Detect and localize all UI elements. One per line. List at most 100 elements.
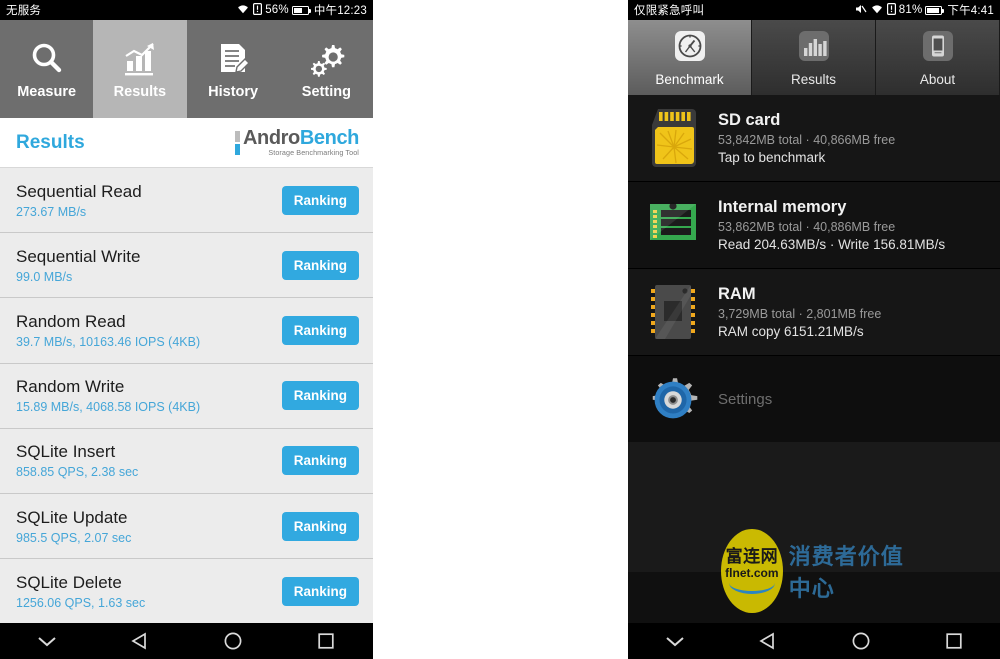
card-title: RAM [718, 285, 756, 303]
chevron-down-icon[interactable] [22, 623, 72, 659]
table-row[interactable]: SQLite Update 985.5 QPS, 2.07 sec Ranking [0, 494, 373, 560]
card-detail: RAM copy 6151.21MB/s [718, 324, 864, 339]
table-row[interactable]: Sequential Read 273.67 MB/s Ranking [0, 168, 373, 234]
ranking-button[interactable]: Ranking [281, 381, 359, 411]
table-row[interactable]: SQLite Insert 858.85 QPS, 2.38 sec Ranking [0, 429, 373, 494]
result-value: 99.0 MB/s [16, 269, 73, 284]
wifi-icon [870, 3, 884, 17]
sim-card-icon [886, 2, 896, 18]
ranking-button[interactable]: Ranking [281, 250, 359, 280]
card-subtitle: 53,842MB total · 40,866MB free [718, 133, 896, 147]
back-triangle-icon[interactable] [115, 623, 165, 659]
ranking-button[interactable]: Ranking [281, 185, 359, 215]
card-sd-card[interactable]: SD card 53,842MB total · 40,866MB free T… [628, 95, 1000, 182]
magnifier-icon [27, 39, 67, 79]
result-name: Sequential Read [16, 181, 142, 201]
card-title: Internal memory [718, 198, 847, 216]
card-internal-memory[interactable]: Internal memory 53,862MB total · 40,886M… [628, 182, 1000, 269]
result-name: SQLite Delete [16, 572, 122, 592]
tab-history-label: History [208, 83, 259, 100]
tab-about[interactable]: About [876, 20, 1000, 95]
battery-icon [291, 5, 311, 15]
benchmark-card-list: SD card 53,842MB total · 40,866MB free T… [628, 95, 1000, 572]
left-nav-bar [0, 623, 373, 659]
ranking-button[interactable]: Ranking [281, 576, 359, 606]
result-value: 1256.06 QPS, 1.63 sec [16, 595, 146, 610]
back-triangle-icon[interactable] [743, 623, 793, 659]
left-phone-screenshot: 无服务 56% 中午12:23 Measure Results History … [0, 0, 373, 659]
home-circle-icon[interactable] [836, 623, 886, 659]
card-title: SD card [718, 111, 781, 129]
battery-icon [925, 5, 945, 15]
card-detail: Tap to benchmark [718, 150, 826, 165]
ranking-button[interactable]: Ranking [281, 315, 359, 345]
left-status-bar: 无服务 56% 中午12:23 [0, 0, 373, 20]
ranking-button[interactable]: Ranking [281, 446, 359, 476]
results-list: Sequential Read 273.67 MB/s Ranking Sequent… [0, 168, 373, 625]
sim-card-icon [253, 2, 263, 18]
right-status-bar: 仅限紧急呼叫 81% 下午4:41 [628, 0, 1000, 20]
page-title: Results [16, 131, 85, 153]
document-pen-icon [213, 39, 253, 79]
tab-about-label: About [919, 71, 956, 87]
home-circle-icon[interactable] [208, 623, 258, 659]
gears-icon [306, 39, 346, 79]
chevron-down-icon[interactable] [650, 623, 700, 659]
tab-measure-label: Measure [17, 83, 77, 100]
right-tab-bar: Benchmark Results About [628, 20, 1000, 95]
speedometer-icon [673, 29, 707, 68]
ram-chip-icon [642, 281, 704, 343]
card-subtitle: 3,729MB total · 2,801MB free [718, 307, 882, 321]
card-ram[interactable]: RAM 3,729MB total · 2,801MB free RAM cop… [628, 269, 1000, 356]
table-row[interactable]: SQLite Delete 1256.06 QPS, 1.63 sec Rankin… [0, 559, 373, 625]
result-value: 985.5 QPS, 2.07 sec [16, 530, 132, 545]
battery-percent-label: 81% [898, 4, 923, 16]
table-row[interactable]: Random Read 39.7 MB/s, 10163.46 IOPS (4KB… [0, 298, 373, 364]
carrier-label: 仅限紧急呼叫 [634, 5, 705, 17]
result-value: 273.67 MB/s [16, 204, 87, 219]
logo-text-bench: Bench [299, 127, 360, 150]
battery-percent-label: 56% [265, 4, 289, 16]
tab-results[interactable]: Results [93, 20, 187, 118]
card-subtitle: 53,862MB total · 40,886MB free [718, 220, 896, 234]
results-header: Results AndroBench Storage Benchmarking … [0, 118, 373, 168]
clock-label: 下午4:41 [947, 5, 994, 17]
tab-results[interactable]: Results [752, 20, 876, 95]
tab-setting-label: Setting [301, 83, 351, 100]
result-value: 858.85 QPS, 2.38 sec [16, 465, 139, 480]
tab-benchmark-label: Benchmark [655, 71, 724, 87]
androbench-logo: AndroBench Storage Benchmarking Tool [234, 127, 360, 158]
settings-row[interactable]: Settings [628, 356, 1000, 442]
result-value: 15.89 MB/s, 4068.58 IOPS (4KB) [16, 400, 201, 415]
right-phone-screenshot: 仅限紧急呼叫 81% 下午4:41 Benchmark Results Abou… [628, 0, 1000, 659]
result-name: Random Read [16, 311, 126, 331]
recents-square-icon[interactable] [301, 623, 351, 659]
empty-area [628, 442, 1000, 572]
tab-setting[interactable]: Setting [280, 20, 373, 118]
smile-icon [728, 583, 775, 595]
logo-bars-icon [234, 128, 240, 156]
logo-tagline: Storage Benchmarking Tool [268, 148, 359, 158]
carrier-label: 无服务 [6, 5, 42, 17]
tab-history[interactable]: History [187, 20, 280, 118]
result-name: Random Write [16, 377, 125, 397]
table-row[interactable]: Random Write 15.89 MB/s, 4068.58 IOPS (4K… [0, 364, 373, 429]
tab-benchmark[interactable]: Benchmark [628, 20, 752, 95]
card-detail: Read 204.63MB/s · Write 156.81MB/s [718, 237, 946, 252]
right-nav-bar [628, 623, 1000, 659]
logo-text-andro: Andro [242, 127, 300, 150]
bar-chart-icon [120, 39, 160, 79]
result-value: 39.7 MB/s, 10163.46 IOPS (4KB) [16, 334, 201, 349]
ranking-button[interactable]: Ranking [281, 511, 359, 541]
mute-icon [854, 3, 867, 18]
sd-card-icon [642, 107, 704, 169]
memory-chip-icon [642, 194, 704, 256]
clock-label: 中午12:23 [313, 5, 367, 17]
gear-icon [642, 368, 704, 430]
wifi-icon [236, 3, 250, 17]
recents-square-icon[interactable] [929, 623, 979, 659]
table-row[interactable]: Sequential Write 99.0 MB/s Ranking [0, 233, 373, 299]
result-name: Sequential Write [16, 246, 141, 266]
left-tab-bar: Measure Results History Setting [0, 20, 373, 118]
tab-measure[interactable]: Measure [0, 20, 93, 118]
